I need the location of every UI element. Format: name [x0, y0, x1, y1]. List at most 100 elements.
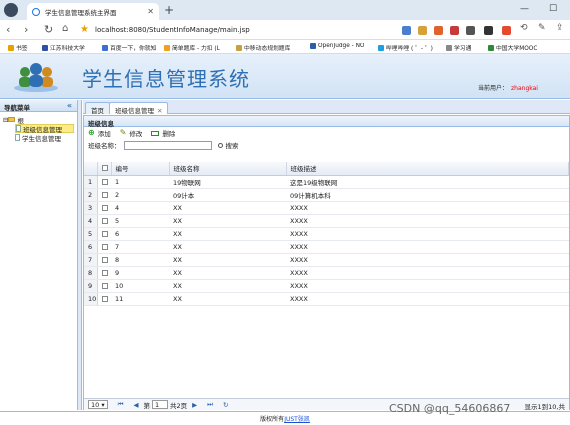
page-size-value: 10 [91, 400, 100, 409]
extension-icon[interactable] [418, 26, 427, 35]
row-checkbox[interactable] [97, 292, 111, 306]
cell-desc: XXXX [286, 227, 569, 241]
watermark: CSDN @qq_54606867 [389, 402, 511, 415]
select-all-checkbox[interactable] [97, 162, 112, 176]
row-checkbox[interactable] [97, 227, 111, 241]
site-icon [378, 44, 384, 51]
row-checkbox[interactable] [97, 240, 111, 254]
row-checkbox[interactable] [97, 253, 111, 267]
share-icon[interactable]: ⇪ [556, 23, 564, 33]
search-button[interactable]: 搜索 [217, 140, 239, 150]
undo-icon[interactable]: ⟲ [520, 23, 528, 33]
footer-link[interactable]: JUST张凯 [284, 416, 310, 423]
first-page-icon[interactable]: ⏮ [118, 400, 124, 409]
bookmark-item[interactable]: 书签 [8, 43, 28, 52]
close-tab-icon[interactable]: ✕ [157, 107, 162, 115]
tab-home[interactable]: 首页 [85, 102, 110, 115]
folder-icon [8, 117, 16, 122]
search-button-label: 搜索 [225, 142, 239, 150]
prev-page-icon[interactable]: ◀ [133, 401, 138, 409]
add-label: 添加 [97, 130, 111, 138]
reload-icon[interactable]: ↻ [44, 23, 53, 36]
bookmark-item[interactable]: 中移动态规划题库 [236, 43, 306, 52]
bookmark-item[interactable]: 百度一下，你就知 [102, 43, 159, 52]
row-checkbox[interactable] [97, 266, 111, 280]
column-header-desc[interactable]: 班级描述 [286, 162, 569, 176]
extension-icon[interactable] [466, 26, 475, 35]
refresh-icon[interactable]: ↻ [223, 401, 228, 409]
column-header-name[interactable]: 班级名称 [169, 162, 287, 176]
grid-header: 编号 班级名称 班级描述 [84, 162, 569, 176]
page-size-select[interactable]: 10 ▾ [88, 400, 108, 409]
browser-tab[interactable]: 学生信息管理系统主界面 ✕ [27, 3, 159, 20]
next-page-icon[interactable]: ▶ [192, 401, 197, 409]
edit-button[interactable]: ✎ 修改 [120, 128, 143, 139]
bookmark-item[interactable]: 哔哩哔哩 ( ゜- ゜) [378, 43, 442, 52]
forward-icon[interactable]: › [24, 23, 28, 36]
table-row[interactable]: 2 2 09计本 09计算机本科 [84, 188, 569, 202]
site-icon [236, 44, 242, 51]
extension-icon[interactable] [484, 26, 493, 35]
favorite-star-icon[interactable]: ★ [80, 24, 89, 35]
row-checkbox[interactable] [97, 279, 111, 293]
table-row[interactable]: 8 9 XX XXXX [84, 266, 569, 280]
last-page-icon[interactable]: ⏭ [207, 400, 213, 409]
extension-icon[interactable] [450, 26, 459, 35]
collapse-icon[interactable]: « [67, 101, 72, 110]
splitter[interactable] [78, 100, 82, 410]
delete-button[interactable]: 删除 [151, 128, 175, 138]
profile-avatar[interactable] [4, 3, 18, 17]
back-icon[interactable]: ‹ [6, 23, 10, 36]
row-number-header [84, 162, 98, 176]
cell-name: XX [169, 292, 286, 306]
table-row[interactable]: 7 8 XX XXXX [84, 253, 569, 267]
current-user: 当前用户： zhangkai [478, 83, 538, 92]
tab-class-management[interactable]: 班级信息管理 ✕ [109, 102, 169, 115]
class-name-search-input[interactable] [123, 140, 212, 150]
app-header: 学生信息管理系统 当前用户： zhangkai [0, 54, 570, 99]
page-number-input[interactable]: 1 [151, 400, 168, 409]
home-icon[interactable]: ⌂ [62, 23, 68, 34]
cell-id: 5 [111, 214, 169, 228]
minimize-icon[interactable]: — [520, 4, 529, 14]
add-button[interactable]: ⊕ 添加 [88, 128, 111, 139]
cell-desc: 09计算机本科 [286, 188, 569, 202]
table-row[interactable]: 1 1 19物联网 这是19级物联网 [84, 175, 569, 189]
address-bar: ‹ › ↻ ⌂ ★ localhost:8080/StudentInfoMana… [0, 20, 570, 40]
pen-icon[interactable]: ✎ [538, 23, 546, 33]
table-row[interactable]: 10 11 XX XXXX [84, 292, 569, 306]
row-checkbox[interactable] [97, 175, 111, 189]
bookmark-item[interactable]: 中国大学MOOC [488, 43, 568, 52]
extension-icon[interactable] [434, 26, 443, 35]
star-icon [8, 44, 14, 51]
row-checkbox[interactable] [97, 201, 111, 215]
table-row[interactable]: 5 6 XX XXXX [84, 227, 569, 241]
cell-id: 8 [111, 253, 169, 267]
bookmark-item[interactable]: 江苏科技大学 [42, 43, 98, 52]
cell-name: XX [169, 279, 286, 293]
cell-name: 09计本 [169, 188, 286, 202]
pagination-info: 显示1到10,共 [524, 403, 565, 411]
table-row[interactable]: 4 5 XX XXXX [84, 214, 569, 228]
column-header-id[interactable]: 编号 [111, 162, 170, 176]
row-checkbox[interactable] [97, 214, 111, 228]
table-row[interactable]: 3 4 XX XXXX [84, 201, 569, 215]
url-field[interactable]: localhost:8080/StudentInfoManage/main.js… [95, 26, 250, 34]
bookmark-item[interactable]: 简单题库 - 力扣 (L [164, 43, 230, 52]
table-row[interactable]: 6 7 XX XXXX [84, 240, 569, 254]
cell-id: 7 [111, 240, 169, 254]
close-tab-icon[interactable]: ✕ [147, 7, 154, 16]
table-row[interactable]: 9 10 XX XXXX [84, 279, 569, 293]
sidebar-item-student-management[interactable]: 学生信息管理 [15, 133, 74, 143]
extension-icon[interactable] [402, 26, 411, 35]
row-checkbox[interactable] [97, 188, 111, 202]
total-pages: 共2页 [169, 401, 188, 410]
bookmark-item[interactable]: OpenJudge - NO [310, 43, 374, 49]
bookmarks-bar: 书签 江苏科技大学 百度一下，你就知 简单题库 - 力扣 (L 中移动态规划题库… [0, 40, 570, 54]
extension-icon[interactable] [502, 26, 511, 35]
cell-id: 2 [111, 188, 169, 202]
new-tab-button[interactable]: + [164, 3, 174, 17]
maximize-icon[interactable]: ☐ [549, 4, 557, 14]
class-grid: 编号 班级名称 班级描述 1 1 19物联网 这是19级物联网 2 2 09计本 09计算机本… [84, 162, 569, 306]
bookmark-item[interactable]: 学习通 [446, 43, 486, 52]
